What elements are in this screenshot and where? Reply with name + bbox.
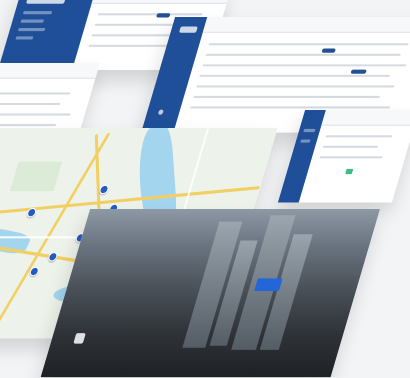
table-row (189, 106, 391, 109)
table-row (193, 95, 381, 98)
green-area (9, 161, 63, 192)
value-chip (321, 48, 336, 53)
sidebar-item[interactable] (20, 19, 45, 23)
logo (178, 26, 198, 33)
metric-row (0, 123, 57, 127)
mockup-stage (0, 0, 410, 378)
logo (25, 0, 66, 4)
sidebar-item[interactable] (22, 11, 53, 15)
sidebar-item[interactable] (15, 36, 34, 40)
table-row (97, 13, 203, 16)
top-bar (91, 0, 232, 4)
table-row (196, 85, 395, 88)
table-row (202, 64, 407, 67)
metric-row (0, 113, 71, 116)
table-row (325, 135, 393, 138)
metric-row (0, 92, 71, 95)
metric-row (0, 102, 61, 106)
table-row (199, 74, 391, 77)
cta-button[interactable] (254, 278, 283, 292)
table-row (208, 43, 409, 46)
landing-panel (40, 209, 381, 378)
sidebar-item[interactable] (300, 139, 311, 143)
status-indicator (345, 168, 354, 175)
status-chip (156, 13, 171, 18)
top-bar (321, 110, 410, 126)
sidebar-item[interactable] (303, 128, 316, 133)
table-row (322, 145, 379, 148)
sidebar-item[interactable] (17, 27, 46, 32)
table-row (88, 44, 175, 47)
top-bar (0, 63, 100, 79)
sidebar (0, 0, 97, 71)
table-row (205, 53, 401, 56)
value-chip (350, 69, 367, 74)
table-row (319, 156, 383, 159)
top-bar (202, 17, 410, 33)
gear-icon[interactable] (157, 109, 164, 115)
